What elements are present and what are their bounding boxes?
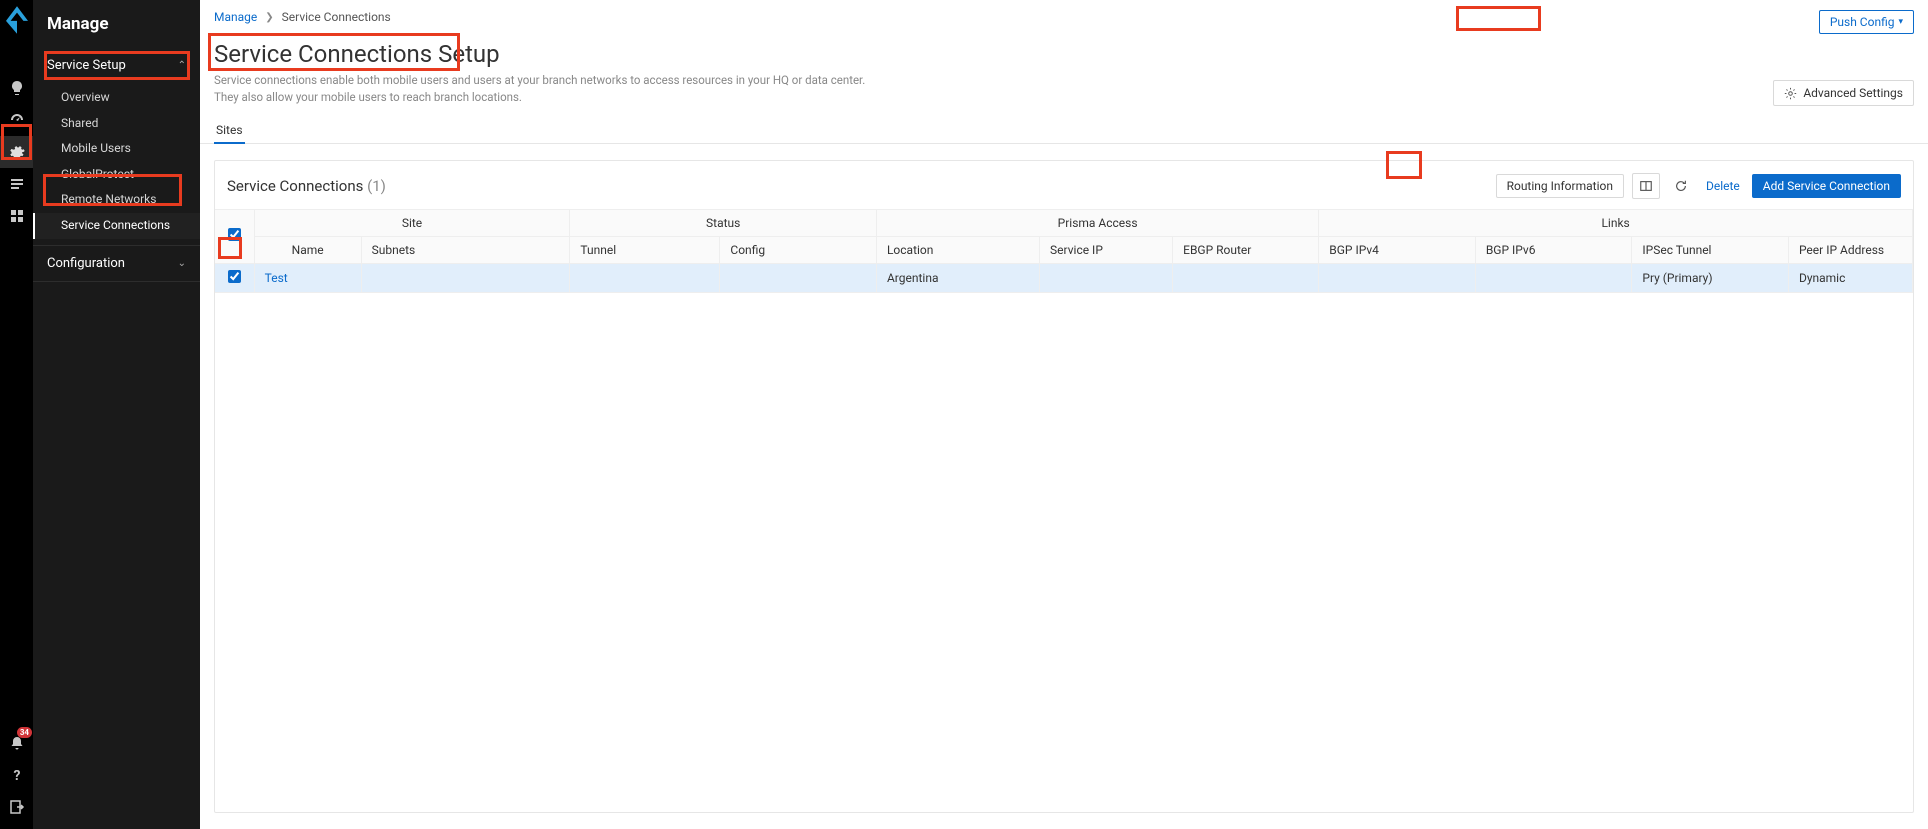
row-checkbox[interactable] xyxy=(228,270,241,283)
sidebar-group-configuration: Configuration ⌄ xyxy=(33,246,200,282)
columns-button[interactable] xyxy=(1632,173,1660,199)
service-connections-table: Site Status Prisma Access Links Name Sub… xyxy=(215,209,1913,293)
icon-rail: 34 ? xyxy=(0,0,33,829)
nav-logs-icon[interactable] xyxy=(0,168,33,200)
nav-dashboard-icon[interactable] xyxy=(0,104,33,136)
tabs: Sites xyxy=(200,117,1928,144)
col-peer[interactable]: Peer IP Address xyxy=(1788,236,1912,263)
refresh-icon xyxy=(1674,179,1688,193)
page-title: Service Connections Setup xyxy=(214,40,865,68)
row-checkbox-cell[interactable] xyxy=(215,263,254,292)
push-config-button[interactable]: Push Config ▾ xyxy=(1819,10,1914,34)
group-header-links: Links xyxy=(1319,209,1913,236)
breadcrumb: Manage ❯ Service Connections xyxy=(214,10,391,24)
routing-information-button[interactable]: Routing Information xyxy=(1496,174,1624,198)
breadcrumb-root[interactable]: Manage xyxy=(214,10,257,24)
breadcrumb-current: Service Connections xyxy=(282,10,391,24)
brand-logo xyxy=(6,6,28,38)
row-ipsec: Pry (Primary) xyxy=(1632,263,1789,292)
col-subnets[interactable]: Subnets xyxy=(361,236,570,263)
row-subnets xyxy=(361,263,570,292)
columns-icon xyxy=(1639,179,1653,193)
notification-badge: 34 xyxy=(17,727,32,738)
nav-apps-icon[interactable] xyxy=(0,200,33,232)
row-config xyxy=(720,263,877,292)
col-location[interactable]: Location xyxy=(876,236,1039,263)
sidebar-group-service-setup: Service Setup ⌃ Overview Shared Mobile U… xyxy=(33,48,200,246)
refresh-button[interactable] xyxy=(1668,174,1694,198)
advanced-settings-button[interactable]: Advanced Settings xyxy=(1773,80,1914,106)
sidebar-item-service-connections[interactable]: Service Connections xyxy=(33,213,200,239)
col-ipsec[interactable]: IPSec Tunnel xyxy=(1632,236,1789,263)
col-tunnel[interactable]: Tunnel xyxy=(570,236,720,263)
chevron-right-icon: ❯ xyxy=(265,12,273,23)
row-bgp6 xyxy=(1475,263,1632,292)
page-description-1: Service connections enable both mobile u… xyxy=(214,72,865,89)
row-location: Argentina xyxy=(876,263,1039,292)
chevron-down-icon: ⌄ xyxy=(178,258,186,269)
add-service-connection-button[interactable]: Add Service Connection xyxy=(1752,174,1901,198)
row-name[interactable]: Test xyxy=(254,263,361,292)
panel-title: Service Connections (1) xyxy=(227,177,386,195)
sidebar-group-label: Service Setup xyxy=(47,58,126,73)
col-name[interactable]: Name xyxy=(254,236,361,263)
nav-insights-icon[interactable] xyxy=(0,72,33,104)
col-ebgp[interactable]: EBGP Router xyxy=(1173,236,1319,263)
gear-icon xyxy=(1784,87,1797,100)
sidebar-item-overview[interactable]: Overview xyxy=(33,85,200,111)
col-bgp4[interactable]: BGP IPv4 xyxy=(1319,236,1476,263)
exit-icon[interactable] xyxy=(0,791,33,823)
group-header-site: Site xyxy=(254,209,570,236)
chevron-down-icon: ▾ xyxy=(1898,17,1903,27)
nav-manage-icon[interactable] xyxy=(0,136,33,168)
row-peer: Dynamic xyxy=(1788,263,1912,292)
delete-button[interactable]: Delete xyxy=(1702,175,1744,197)
panel-actions: Routing Information Delete Add Service C… xyxy=(1496,173,1901,199)
advanced-settings-label: Advanced Settings xyxy=(1803,86,1903,100)
svg-text:?: ? xyxy=(13,768,20,783)
sidebar-title: Manage xyxy=(33,4,200,48)
row-ebgp xyxy=(1173,263,1319,292)
group-header-prisma: Prisma Access xyxy=(876,209,1318,236)
tab-sites[interactable]: Sites xyxy=(214,117,245,143)
sidebar: Manage Service Setup ⌃ Overview Shared M… xyxy=(33,0,200,829)
chevron-up-icon: ⌃ xyxy=(178,60,186,71)
sidebar-group-head-configuration[interactable]: Configuration ⌄ xyxy=(33,246,200,281)
page-description-2: They also allow your mobile users to rea… xyxy=(214,89,865,106)
col-config[interactable]: Config xyxy=(720,236,877,263)
select-all-header[interactable] xyxy=(215,209,254,263)
group-header-status: Status xyxy=(570,209,877,236)
main-content: Manage ❯ Service Connections Push Config… xyxy=(200,0,1928,829)
select-all-checkbox[interactable] xyxy=(228,228,241,241)
push-config-label: Push Config xyxy=(1830,15,1895,29)
sidebar-group-label: Configuration xyxy=(47,256,125,271)
row-tunnel xyxy=(570,263,720,292)
table-row[interactable]: Test Argentina Pry (Primary) Dynamic xyxy=(215,263,1913,292)
row-bgp4 xyxy=(1319,263,1476,292)
sidebar-item-remote-networks[interactable]: Remote Networks xyxy=(33,187,200,213)
sidebar-item-shared[interactable]: Shared xyxy=(33,111,200,137)
row-service-ip xyxy=(1040,263,1173,292)
sidebar-item-globalprotect[interactable]: GlobalProtect xyxy=(33,162,200,188)
sidebar-group-head-service-setup[interactable]: Service Setup ⌃ xyxy=(33,48,200,83)
col-service-ip[interactable]: Service IP xyxy=(1040,236,1173,263)
service-connections-panel: Service Connections (1) Routing Informat… xyxy=(214,160,1914,814)
notifications-icon[interactable]: 34 xyxy=(0,727,33,759)
help-icon[interactable]: ? xyxy=(0,759,33,791)
col-bgp6[interactable]: BGP IPv6 xyxy=(1475,236,1632,263)
sidebar-item-mobile-users[interactable]: Mobile Users xyxy=(33,136,200,162)
